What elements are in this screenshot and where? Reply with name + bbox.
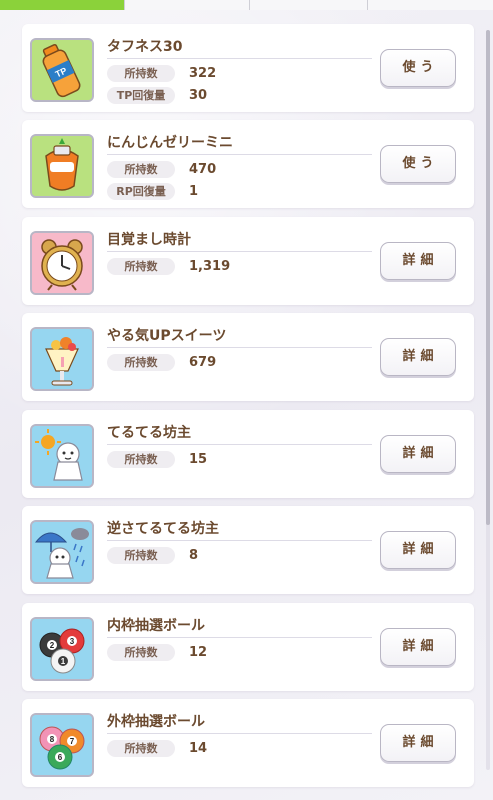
- divider: [107, 444, 372, 445]
- details-button[interactable]: 詳細: [380, 435, 456, 473]
- item-name: 外枠抽選ボール: [107, 714, 205, 730]
- stat-value: 12: [189, 644, 208, 660]
- tp-drink-icon: TP: [30, 38, 94, 102]
- details-button[interactable]: 詳細: [380, 242, 456, 280]
- stat-row: 所持数 8: [107, 546, 198, 564]
- stat-row: 所持数 679: [107, 353, 216, 371]
- stat-row: TP回復量 30: [107, 86, 207, 104]
- stat-row: 所持数 12: [107, 643, 207, 661]
- stat-value: 1: [189, 183, 199, 199]
- svg-text:6: 6: [58, 753, 63, 762]
- upside-down-teru-teru-bozu-icon: [30, 520, 94, 584]
- stat-label: RP回復量: [107, 182, 175, 200]
- item-card: にんじんゼリーミニ 所持数 470 RP回復量 1 使う: [22, 120, 474, 208]
- item-name: やる気UPスイーツ: [107, 328, 227, 344]
- divider: [107, 733, 372, 734]
- inner-lottery-balls-icon: 2 3 1: [30, 617, 94, 681]
- item-card: やる気UPスイーツ 所持数 679 詳細: [22, 313, 474, 401]
- divider: [107, 154, 372, 155]
- stat-value: 470: [189, 161, 217, 177]
- details-button[interactable]: 詳細: [380, 531, 456, 569]
- item-name: てるてる坊主: [107, 425, 191, 441]
- tab-bar: [0, 0, 493, 10]
- stat-value: 14: [189, 740, 208, 756]
- stat-label: 所持数: [107, 353, 175, 371]
- stat-row: 所持数 470: [107, 160, 216, 178]
- stat-row: 所持数 322: [107, 64, 216, 82]
- stat-label: 所持数: [107, 257, 175, 275]
- scrollbar-thumb[interactable]: [486, 30, 490, 525]
- stat-label: 所持数: [107, 546, 175, 564]
- stat-row: RP回復量 1: [107, 182, 198, 200]
- divider: [107, 637, 372, 638]
- svg-text:2: 2: [50, 641, 55, 650]
- svg-text:8: 8: [50, 735, 55, 744]
- item-name: 逆さてるてる坊主: [107, 521, 219, 537]
- details-button[interactable]: 詳細: [380, 724, 456, 762]
- tab-2[interactable]: [125, 0, 250, 10]
- alarm-clock-icon: [30, 231, 94, 295]
- svg-text:3: 3: [70, 637, 75, 646]
- stat-label: TP回復量: [107, 86, 175, 104]
- tab-1[interactable]: [0, 0, 125, 10]
- divider: [107, 58, 372, 59]
- use-button[interactable]: 使う: [380, 145, 456, 183]
- stat-row: 所持数 15: [107, 450, 207, 468]
- details-button[interactable]: 詳細: [380, 628, 456, 666]
- item-card: TP タフネス30 所持数 322 TP回復量 30 使う: [22, 24, 474, 112]
- stat-value: 679: [189, 354, 217, 370]
- stat-label: 所持数: [107, 450, 175, 468]
- scrollbar[interactable]: [486, 30, 490, 770]
- stat-label: 所持数: [107, 643, 175, 661]
- details-button[interactable]: 詳細: [380, 338, 456, 376]
- svg-text:7: 7: [70, 737, 75, 746]
- item-name: にんじんゼリーミニ: [107, 135, 233, 151]
- stat-value: 8: [189, 547, 199, 563]
- outer-lottery-balls-icon: 8 7 6: [30, 713, 94, 777]
- carrot-jelly-icon: [30, 134, 94, 198]
- item-card: 2 3 1 内枠抽選ボール 所持数 12 詳細: [22, 603, 474, 691]
- item-name: 目覚まし時計: [107, 232, 191, 248]
- parfait-icon: [30, 327, 94, 391]
- item-card: 8 7 6 外枠抽選ボール 所持数 14 詳細: [22, 699, 474, 787]
- item-card: 目覚まし時計 所持数 1,319 詳細: [22, 217, 474, 305]
- item-name: 内枠抽選ボール: [107, 618, 205, 634]
- divider: [107, 347, 372, 348]
- stat-label: 所持数: [107, 739, 175, 757]
- stat-value: 30: [189, 87, 208, 103]
- stat-value: 15: [189, 451, 208, 467]
- tab-4[interactable]: [368, 0, 493, 10]
- stat-value: 322: [189, 65, 217, 81]
- divider: [107, 540, 372, 541]
- stat-label: 所持数: [107, 64, 175, 82]
- item-card: てるてる坊主 所持数 15 詳細: [22, 410, 474, 498]
- stat-value: 1,319: [189, 258, 231, 274]
- stat-row: 所持数 1,319: [107, 257, 230, 275]
- stat-label: 所持数: [107, 160, 175, 178]
- tab-3[interactable]: [250, 0, 368, 10]
- item-card: 逆さてるてる坊主 所持数 8 詳細: [22, 506, 474, 594]
- divider: [107, 251, 372, 252]
- item-name: タフネス30: [107, 39, 183, 55]
- teru-teru-bozu-icon: [30, 424, 94, 488]
- svg-text:1: 1: [61, 657, 66, 666]
- use-button[interactable]: 使う: [380, 49, 456, 87]
- stat-row: 所持数 14: [107, 739, 207, 757]
